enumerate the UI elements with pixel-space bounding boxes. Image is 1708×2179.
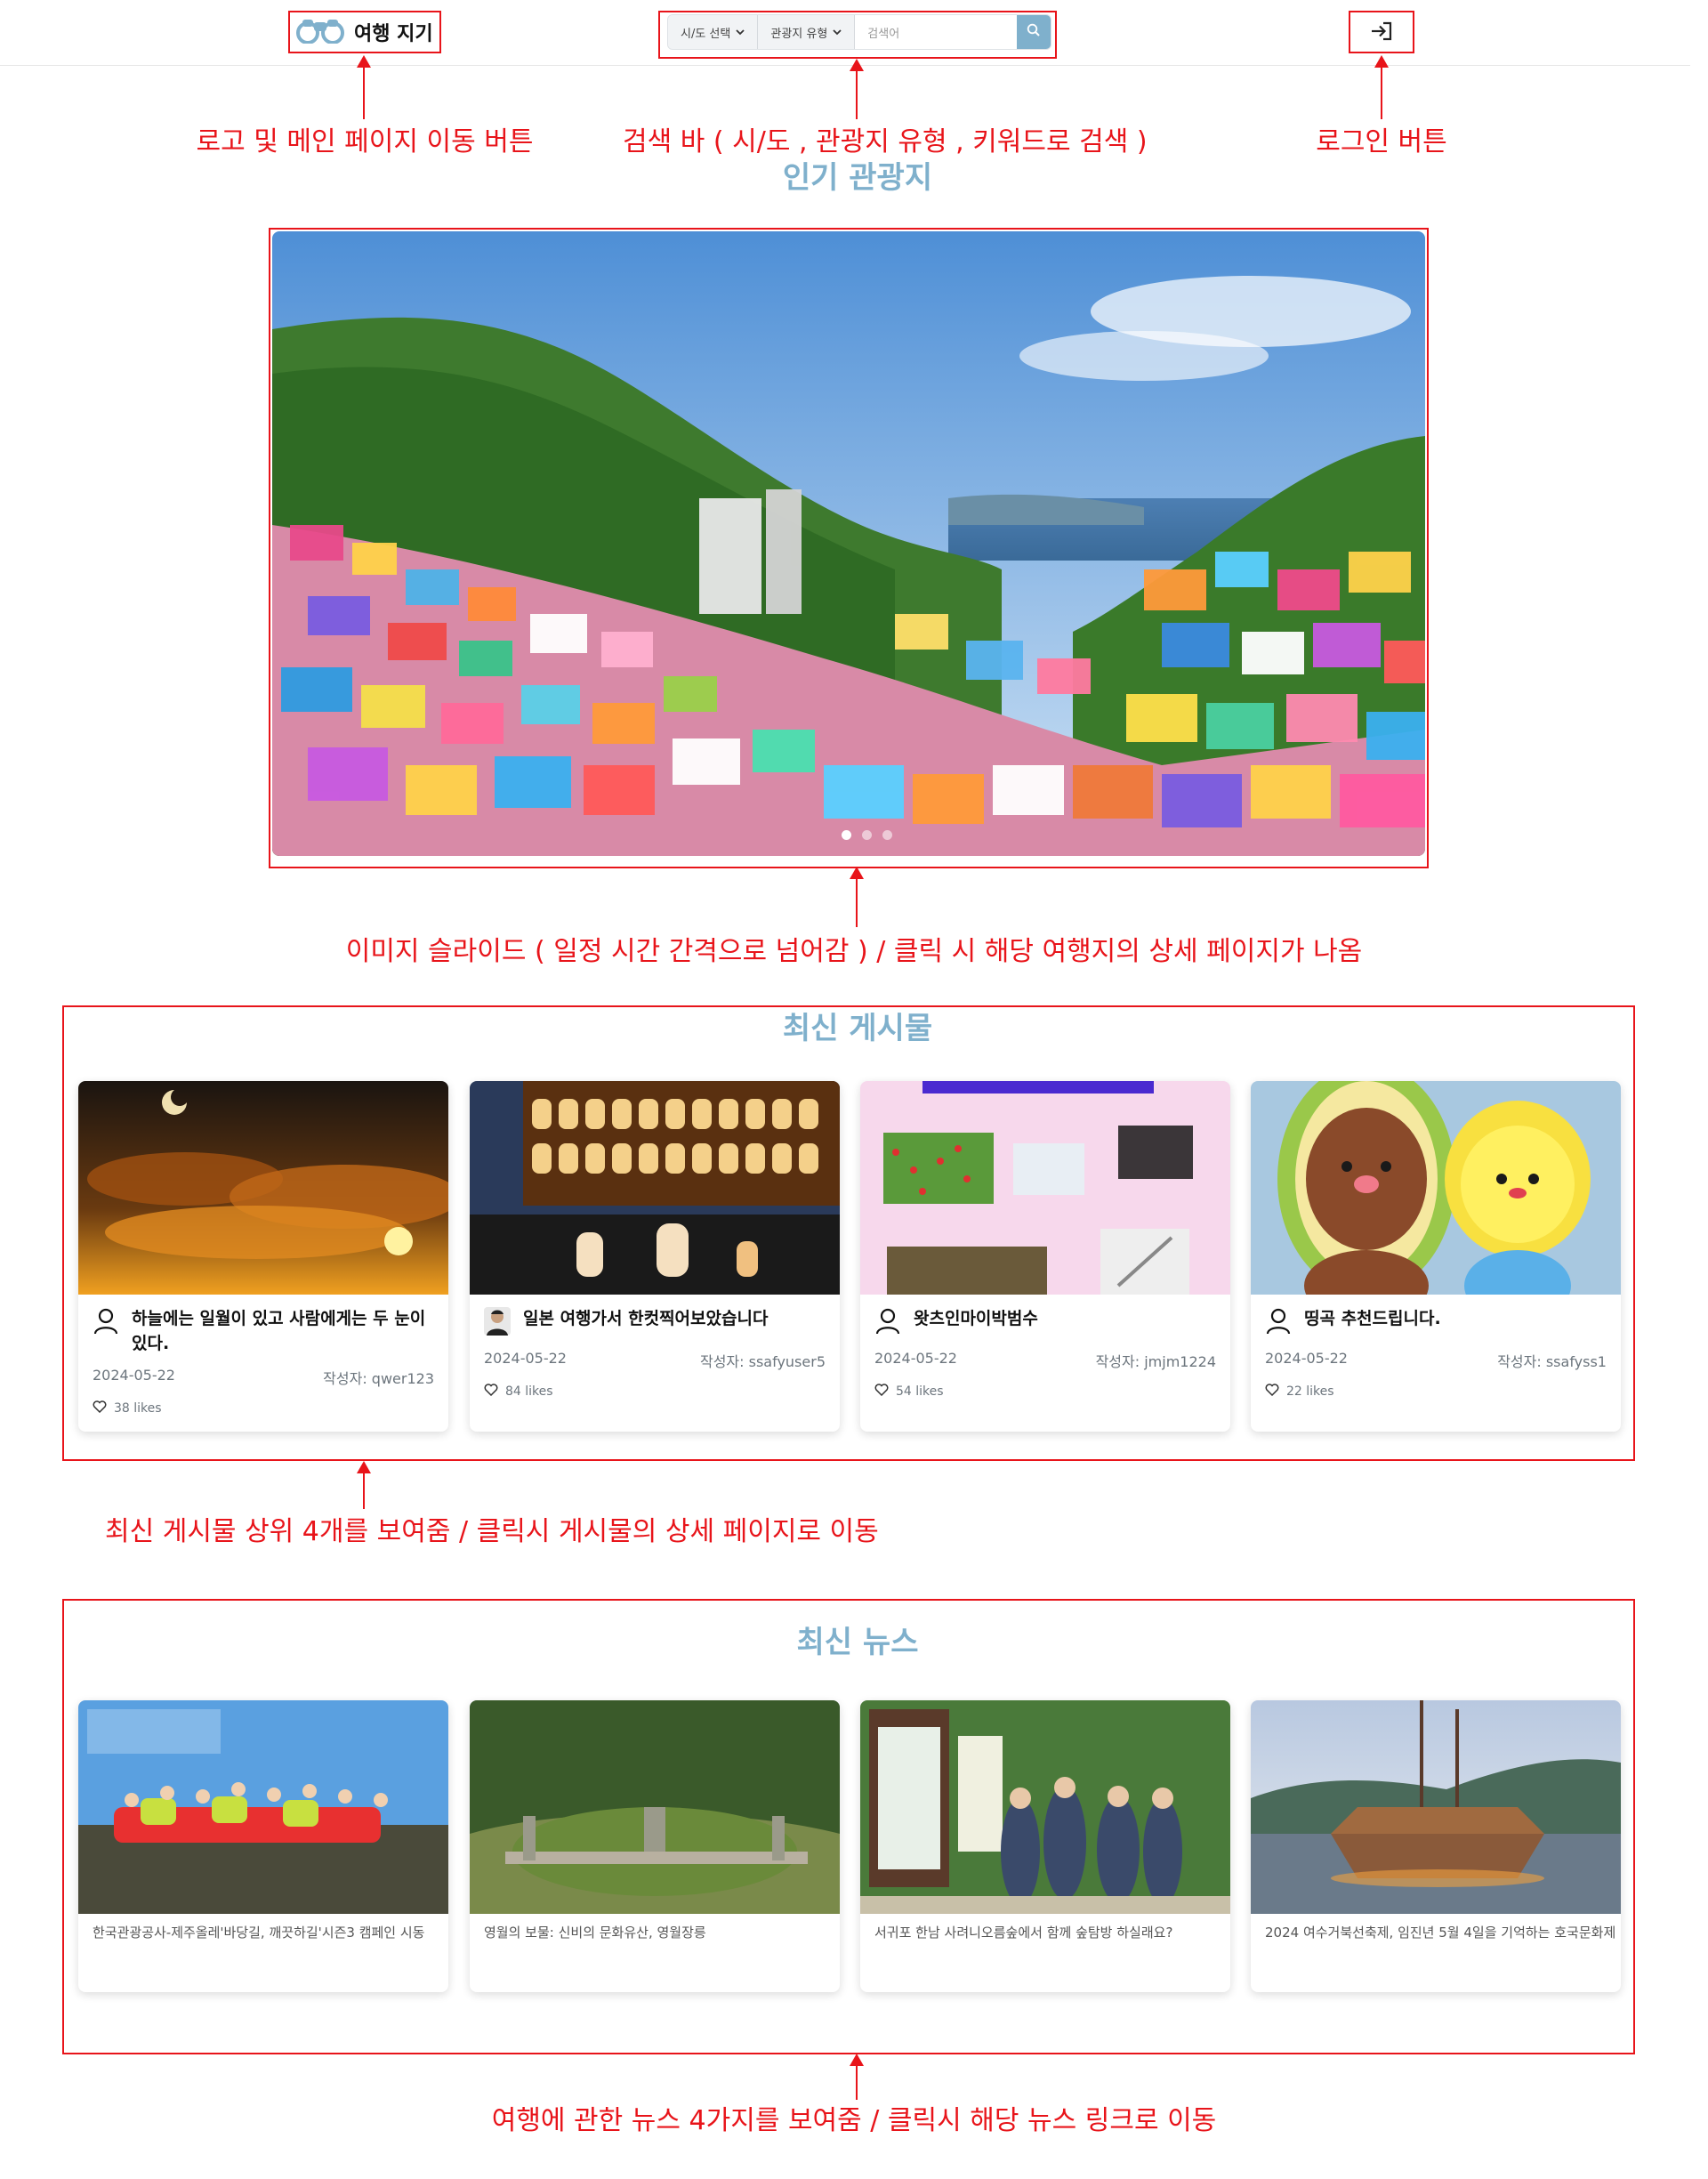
type-select[interactable]: 관광지 유형 [758, 15, 856, 49]
slide-image [272, 231, 1425, 856]
search-input[interactable]: 검색어 [855, 15, 1017, 49]
news-thumbnail [860, 1700, 1230, 1914]
post-thumbnail [470, 1081, 840, 1295]
heart-icon [1265, 1384, 1279, 1400]
login-icon [1369, 20, 1394, 45]
post-thumbnail [860, 1081, 1230, 1295]
type-select-label: 관광지 유형 [770, 27, 828, 41]
login-button[interactable] [1352, 14, 1411, 52]
sido-select-label: 시/도 선택 [681, 27, 731, 41]
logo-home-link[interactable]: 여행 지기 [290, 12, 439, 52]
news-title: 최신 뉴스 [796, 1625, 919, 1660]
news-headline: 한국관광공사-제주올레'바당길, 깨끗하길'시즌3 캠페인 시동 [93, 1925, 425, 1941]
news-headline: 영월의 보물: 신비의 문화유산, 영월장릉 [484, 1925, 706, 1941]
heart-icon [874, 1384, 889, 1400]
post-author: 작성자: ssafyss1 [1497, 1353, 1607, 1370]
annotation-news: 여행에 관한 뉴스 4가지를 보여줌 / 클릭시 해당 뉴스 링크로 이동 [491, 2105, 1217, 2136]
slider-dot[interactable] [882, 830, 892, 840]
post-date: 2024-05-22 [93, 1367, 175, 1384]
user-icon [1265, 1307, 1292, 1339]
annotation-arrow [357, 55, 371, 119]
slider-indicators [842, 830, 892, 840]
post-author: 작성자: ssafyuser5 [699, 1353, 826, 1370]
post-likes: 84 likes [505, 1384, 553, 1399]
news-thumbnail [78, 1700, 448, 1914]
search-icon [1027, 23, 1041, 41]
post-thumbnail [1251, 1081, 1621, 1295]
post-title: 왓츠인마이박범수 [914, 1309, 1038, 1328]
annotation-posts: 최신 게시물 상위 4개를 보여줌 / 클릭시 게시물의 상세 페이지로 이동 [105, 1516, 879, 1547]
post-card[interactable]: 띵곡 추천드립니다. 2024-05-22 작성자: ssafyss1 22 l… [1251, 1081, 1621, 1432]
news-thumbnail [1251, 1700, 1621, 1914]
posts-title: 최신 게시물 [782, 1011, 933, 1046]
post-title: 하늘에는 일월이 있고 사람에게는 두 눈이 있다. [132, 1309, 426, 1353]
logo-text: 여행 지기 [354, 23, 433, 45]
news-card[interactable]: 영월의 보물: 신비의 문화유산, 영월장릉 [470, 1700, 840, 1992]
avatar [484, 1307, 511, 1339]
chevron-down-icon [833, 26, 842, 39]
annotation-arrow [850, 867, 864, 927]
post-card[interactable]: 하늘에는 일월이 있고 사람에게는 두 눈이 있다. 2024-05-22 작성… [78, 1081, 448, 1432]
news-thumbnail [470, 1700, 840, 1914]
annotation-slider: 이미지 슬라이드 ( 일정 시간 간격으로 넘어감 ) / 클릭 시 해당 여행… [345, 936, 1363, 967]
search-placeholder: 검색어 [867, 27, 900, 41]
annotation-arrow [850, 59, 864, 119]
heart-icon [93, 1400, 107, 1416]
heart-icon [484, 1384, 498, 1400]
post-date: 2024-05-22 [874, 1350, 957, 1367]
post-title: 일본 여행가서 한컷찍어보았습니다 [523, 1309, 769, 1328]
chevron-down-icon [736, 26, 745, 39]
news-card[interactable]: 서귀포 한남 사려니오름숲에서 함께 숲탐방 하실래요? [860, 1700, 1230, 1992]
post-likes: 22 likes [1286, 1384, 1334, 1399]
annotation-arrow [357, 1461, 371, 1509]
post-likes: 54 likes [896, 1384, 944, 1399]
annotation-arrow [1374, 55, 1389, 119]
news-card[interactable]: 한국관광공사-제주올레'바당길, 깨끗하길'시즌3 캠페인 시동 [78, 1700, 448, 1992]
post-author: 작성자: jmjm1224 [1095, 1353, 1216, 1370]
sido-select[interactable]: 시/도 선택 [668, 15, 759, 49]
top-navbar: 여행 지기 시/도 선택 관광지 유형 검색어 [0, 0, 1690, 66]
popular-slider[interactable] [272, 231, 1425, 856]
annotation-arrow [850, 2054, 864, 2100]
slider-dot[interactable] [842, 830, 851, 840]
search-button[interactable] [1017, 15, 1051, 49]
news-card[interactable]: 2024 여수거북선축제, 임진년 5월 4일을 기억하는 호국문화제 [1251, 1700, 1621, 1992]
post-author: 작성자: qwer123 [323, 1370, 434, 1388]
news-headline: 서귀포 한남 사려니오름숲에서 함께 숲탐방 하실래요? [874, 1925, 1173, 1941]
post-card[interactable]: 왓츠인마이박범수 2024-05-22 작성자: jmjm1224 54 lik… [860, 1081, 1230, 1432]
search-bar: 시/도 선택 관광지 유형 검색어 [667, 14, 1051, 50]
post-thumbnail [78, 1081, 448, 1295]
annotation-logo: 로고 및 메인 페이지 이동 버튼 [196, 126, 534, 157]
news-headline: 2024 여수거북선축제, 임진년 5월 4일을 기억하는 호국문화제 [1265, 1925, 1616, 1941]
post-likes: 38 likes [114, 1401, 162, 1416]
post-title: 띵곡 추천드립니다. [1304, 1309, 1441, 1328]
post-date: 2024-05-22 [1265, 1350, 1348, 1367]
post-card[interactable]: 일본 여행가서 한컷찍어보았습니다 2024-05-22 작성자: ssafyu… [470, 1081, 840, 1432]
post-date: 2024-05-22 [484, 1350, 567, 1367]
binoculars-icon [295, 17, 345, 47]
user-icon [874, 1307, 901, 1339]
annotation-login: 로그인 버튼 [1316, 126, 1447, 157]
user-icon [93, 1307, 119, 1339]
slider-dot[interactable] [862, 830, 872, 840]
popular-title: 인기 관광지 [782, 160, 933, 196]
